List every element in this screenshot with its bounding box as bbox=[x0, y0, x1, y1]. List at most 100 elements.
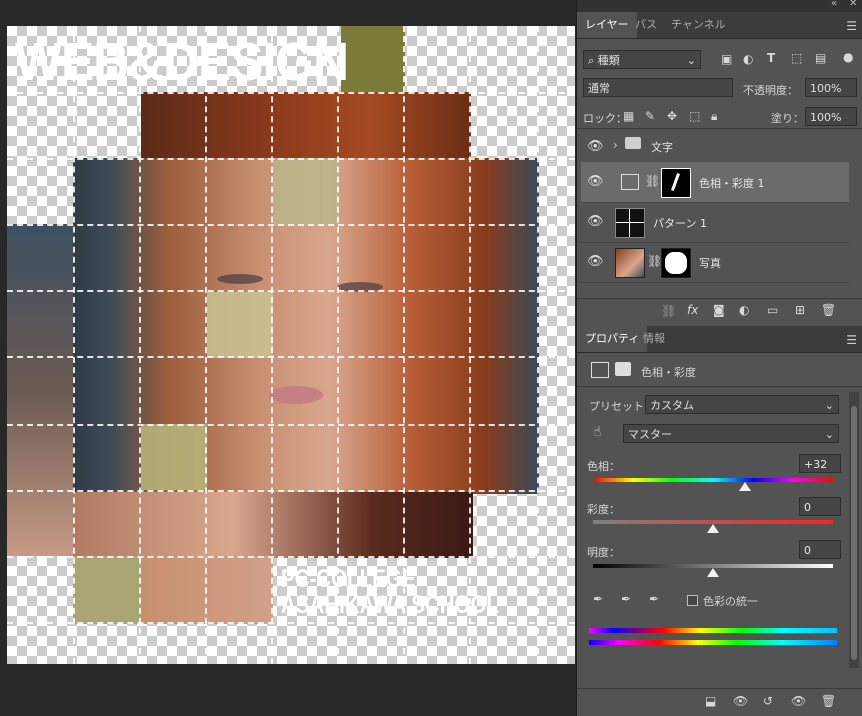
adjustment-icon[interactable]: ◐ bbox=[739, 303, 749, 317]
mask-icon[interactable] bbox=[615, 362, 631, 376]
lock-all-icon[interactable]: 🔒︎ bbox=[711, 109, 717, 124]
layer-mask-thumbnail[interactable] bbox=[661, 168, 691, 198]
lock-move-icon[interactable]: ✥ bbox=[667, 109, 677, 123]
reset-icon[interactable]: ↺ bbox=[763, 694, 773, 708]
lock-artboard-icon[interactable]: ⬚ bbox=[689, 109, 700, 123]
filter-toggle-icon[interactable]: ● bbox=[843, 50, 853, 64]
colorize-checkbox[interactable] bbox=[687, 595, 698, 606]
opacity-label: 不透明度： bbox=[743, 84, 798, 97]
grid-line bbox=[537, 26, 539, 664]
blend-row: 通常 不透明度： 100% bbox=[577, 76, 862, 100]
layer-hue-saturation[interactable]: 👁︎ ⛓︎ 色相・彩度 1 bbox=[581, 162, 849, 203]
chevron-right-icon[interactable]: › bbox=[613, 138, 618, 152]
shape-filter-icon[interactable]: ⬚ bbox=[791, 51, 802, 65]
chevron-down-icon: ⌄ bbox=[824, 399, 834, 412]
mask-icon[interactable]: ◙ bbox=[713, 303, 725, 317]
folder-icon[interactable]: ▭ bbox=[767, 303, 778, 317]
hand-target-icon[interactable]: ☝︎ bbox=[593, 424, 602, 440]
adjustment-layer-icon bbox=[591, 362, 609, 378]
properties-scrollbar[interactable] bbox=[849, 392, 859, 668]
filter-kind-select[interactable]: ⌕ 種類 ⌄ bbox=[583, 50, 701, 69]
eye-icon[interactable]: 👁︎ bbox=[587, 214, 604, 229]
image-filter-icon[interactable]: ▣ bbox=[721, 52, 732, 66]
eyedropper-add-icon[interactable]: ✒︎ bbox=[621, 592, 631, 606]
tab-channels[interactable]: チャンネル bbox=[663, 12, 734, 38]
eyedropper-icon[interactable]: ✒︎ bbox=[593, 592, 603, 606]
photo-thumbnail[interactable] bbox=[615, 248, 645, 278]
layer-pattern[interactable]: 👁︎ パターン 1 bbox=[581, 202, 849, 243]
grid-line bbox=[7, 622, 575, 624]
trash-icon[interactable]: 🗑︎ bbox=[821, 303, 836, 317]
tab-info[interactable]: 情報 bbox=[635, 326, 673, 352]
lightness-input[interactable]: 0 bbox=[799, 540, 841, 559]
hue-slider-knob[interactable] bbox=[738, 482, 751, 491]
properties-body: プリセット： カスタム ⌄ ☝︎ マスター ⌄ 色相： +32 彩度： 0 明度… bbox=[577, 388, 847, 688]
smart-filter-icon[interactable]: ▤ bbox=[815, 51, 826, 65]
colorize-label: 色彩の統一 bbox=[703, 595, 758, 608]
eye-icon[interactable]: 👁︎ bbox=[587, 139, 604, 154]
grid-line bbox=[73, 26, 75, 664]
photo-hair-top bbox=[141, 92, 471, 160]
photo-lips bbox=[269, 386, 323, 404]
grid-line bbox=[7, 224, 575, 226]
hue-input[interactable]: +32 bbox=[799, 454, 841, 473]
link-icon[interactable]: ⛓︎ bbox=[647, 254, 662, 268]
layer-name: 文字 bbox=[651, 141, 673, 154]
channel-select[interactable]: マスター ⌄ bbox=[623, 424, 839, 443]
layer-group-text[interactable]: 👁︎ › 文字 bbox=[581, 130, 849, 163]
preset-value: カスタム bbox=[650, 399, 694, 412]
close-icon[interactable]: ✕ bbox=[849, 0, 857, 9]
opacity-input[interactable]: 100% bbox=[805, 78, 857, 97]
eye-icon[interactable]: 👁︎ bbox=[587, 254, 604, 269]
grid-line bbox=[7, 490, 575, 492]
fill-input[interactable]: 100% bbox=[805, 107, 857, 126]
lock-label: ロック： bbox=[583, 112, 627, 125]
folder-icon bbox=[625, 137, 641, 149]
lock-pixels-icon[interactable]: ▦ bbox=[623, 109, 634, 123]
lightness-slider-knob[interactable] bbox=[707, 568, 719, 577]
photo-mask-thumbnail[interactable] bbox=[661, 248, 691, 278]
grid-line bbox=[469, 26, 471, 664]
right-panels: « ✕ レイヤー パス チャンネル ☰ ⌕ 種類 ⌄ ▣ ◐ T ⬚ ▤ ● 通… bbox=[576, 0, 862, 716]
lock-paint-icon[interactable]: ✎ bbox=[645, 109, 655, 123]
view-previous-icon[interactable]: 👁︎ bbox=[733, 694, 748, 708]
fx-icon[interactable]: fx bbox=[687, 303, 698, 317]
tab-paths[interactable]: パス bbox=[627, 12, 665, 38]
new-layer-icon[interactable]: ⊞ bbox=[795, 303, 805, 317]
menu-icon[interactable]: ☰ bbox=[846, 19, 857, 33]
lock-row: ロック： ▦ ✎ ✥ ⬚ 🔒︎ 塗り： 100% bbox=[577, 104, 862, 129]
trash-icon[interactable]: 🗑︎ bbox=[821, 694, 836, 708]
panel-topbar: « ✕ bbox=[577, 0, 862, 12]
canvas-area[interactable]: WEB&DESIGN PC-COLLEGE ASAHIKAWA SCHOOL bbox=[0, 0, 576, 716]
eyedropper-subtract-icon[interactable]: ✒︎ bbox=[649, 592, 659, 606]
clip-to-layer-icon[interactable]: ⬓ bbox=[705, 694, 716, 708]
grid-line bbox=[7, 92, 575, 94]
saturation-slider-knob[interactable] bbox=[707, 524, 719, 533]
menu-icon[interactable]: ☰ bbox=[846, 333, 857, 347]
properties-title: 色相・彩度 bbox=[641, 366, 696, 379]
text-filter-icon[interactable]: T bbox=[767, 51, 775, 65]
search-icon: ⌕ bbox=[588, 54, 598, 67]
saturation-input[interactable]: 0 bbox=[799, 497, 841, 516]
adjustment-filter-icon[interactable]: ◐ bbox=[743, 52, 753, 66]
chevron-down-icon: ⌄ bbox=[824, 428, 834, 441]
visibility-icon[interactable]: 👁︎ bbox=[791, 694, 806, 708]
hue-slider-track[interactable] bbox=[593, 478, 833, 482]
tinted-tile-1 bbox=[273, 158, 339, 226]
collapse-icon[interactable]: « bbox=[831, 0, 837, 9]
document-canvas[interactable]: WEB&DESIGN PC-COLLEGE ASAHIKAWA SCHOOL bbox=[7, 26, 575, 664]
hue-spectrum-bar-top bbox=[589, 628, 837, 633]
tinted-tile-3 bbox=[141, 424, 207, 490]
link-layers-icon[interactable]: ⛓︎ bbox=[661, 304, 676, 318]
pattern-thumbnail[interactable] bbox=[615, 208, 645, 238]
photo-eye-left bbox=[217, 274, 263, 284]
layer-name: パターン 1 bbox=[653, 217, 707, 230]
layer-photo[interactable]: 👁︎ ⛓︎ 写真 bbox=[581, 242, 849, 283]
eye-icon[interactable]: 👁︎ bbox=[587, 174, 604, 189]
blend-mode-select[interactable]: 通常 bbox=[583, 78, 733, 97]
channel-value: マスター bbox=[628, 428, 672, 441]
layers-list: 👁︎ › 文字 👁︎ ⛓︎ 色相・彩度 1 👁︎ パターン 1 👁︎ ⛓︎ 写真 bbox=[577, 130, 862, 298]
preset-select[interactable]: カスタム ⌄ bbox=[645, 395, 839, 414]
link-icon[interactable]: ⛓︎ bbox=[645, 174, 660, 188]
filter-kind-value: 種類 bbox=[597, 54, 620, 67]
